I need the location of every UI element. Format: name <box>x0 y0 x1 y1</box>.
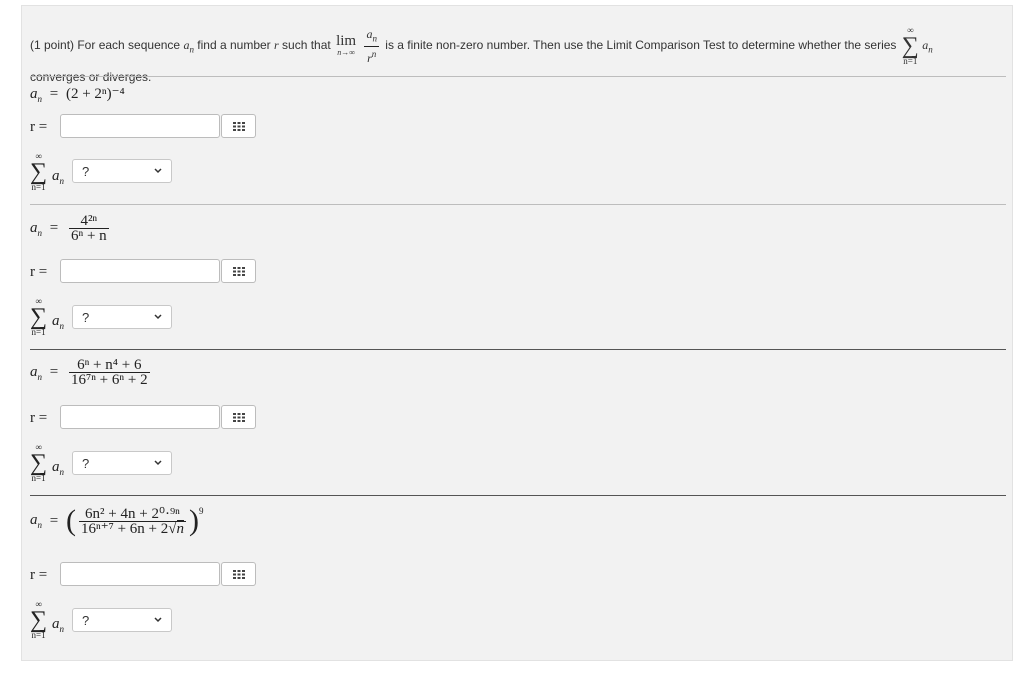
series-term-2: an <box>52 313 64 331</box>
sequence-2: an = 4²ⁿ 6ⁿ + n <box>30 213 109 244</box>
grid-icon <box>232 569 245 579</box>
series-term-3: an <box>52 459 64 477</box>
grid-icon <box>232 121 245 131</box>
converge-select-2[interactable]: ? <box>72 305 172 329</box>
divider-top <box>30 76 1006 77</box>
chevron-down-icon <box>154 617 162 623</box>
grid-icon <box>232 412 245 422</box>
keypad-button-2[interactable] <box>221 259 256 283</box>
sequence-4-numerator: 6n² + 4n + 2⁰·⁹ⁿ <box>78 506 186 522</box>
sequence-2-denominator: 6ⁿ + n <box>70 228 107 244</box>
intro-line-2: converges or diverges. <box>30 70 152 84</box>
sequence-3: an = 6ⁿ + n⁴ + 6 16⁷ⁿ + 6ⁿ + 2 <box>30 357 150 388</box>
sequence-4-power: 9 <box>199 506 204 516</box>
intro-middle: is a finite non-zero number. Then use th… <box>385 38 897 53</box>
sum-symbol-1: ∞ ∑ n=1 <box>30 151 48 192</box>
r-label-1: r = <box>30 119 48 135</box>
keypad-button-1[interactable] <box>221 114 256 138</box>
sequence-3-numerator: 6ⁿ + n⁴ + 6 <box>68 358 150 373</box>
series-sum: ∞ ∑ n=1 <box>901 25 919 66</box>
r-input-2[interactable] <box>60 259 220 283</box>
seq-symbol: an <box>183 38 194 55</box>
divider-2 <box>30 349 1006 350</box>
sequence-2-fraction: 4²ⁿ 6ⁿ + n <box>68 214 109 244</box>
divider-3 <box>30 495 1006 496</box>
intro-line-1: (1 point) For each sequence an find a nu… <box>30 26 933 66</box>
intro-such: such that <box>282 38 331 53</box>
converge-select-3[interactable]: ? <box>72 451 172 475</box>
r-label-4: r = <box>30 567 48 583</box>
sequence-1: an = (2 + 2ⁿ)⁻⁴ <box>30 86 125 104</box>
grid-icon <box>232 266 245 276</box>
question-panel: (1 point) For each sequence an find a nu… <box>21 5 1013 661</box>
sequence-3-fraction: 6ⁿ + n⁴ + 6 16⁷ⁿ + 6ⁿ + 2 <box>68 358 150 388</box>
r-label-3: r = <box>30 410 48 426</box>
sequence-1-expr: (2 + 2ⁿ)⁻⁴ <box>65 86 125 102</box>
r-input-3[interactable] <box>60 405 220 429</box>
divider-1 <box>30 204 1006 205</box>
r-label-2: r = <box>30 264 48 280</box>
sequence-4: an = ( 6n² + 4n + 2⁰·⁹ⁿ 16ⁿ⁺⁷ + 6n + 2√n… <box>30 504 204 537</box>
keypad-button-4[interactable] <box>221 562 256 586</box>
series-term: an <box>922 38 933 55</box>
intro-find: find a number <box>197 38 271 53</box>
sequence-4-fraction: 6n² + 4n + 2⁰·⁹ⁿ 16ⁿ⁺⁷ + 6n + 2√n <box>78 506 186 537</box>
sum-symbol-2: ∞ ∑ n=1 <box>30 296 48 337</box>
intro-prefix: (1 point) For each sequence <box>30 38 181 53</box>
limit-fraction: an rn <box>364 27 379 65</box>
sequence-2-numerator: 4²ⁿ <box>68 214 109 229</box>
sum-symbol-3: ∞ ∑ n=1 <box>30 442 48 483</box>
sum-symbol-4: ∞ ∑ n=1 <box>30 599 48 640</box>
keypad-button-3[interactable] <box>221 405 256 429</box>
chevron-down-icon <box>154 314 162 320</box>
series-term-4: an <box>52 616 64 634</box>
r-symbol: r <box>274 38 279 53</box>
sequence-3-denominator: 16⁷ⁿ + 6ⁿ + 2 <box>70 372 148 388</box>
chevron-down-icon <box>154 460 162 466</box>
chevron-down-icon <box>154 168 162 174</box>
r-input-4[interactable] <box>60 562 220 586</box>
limit-expression: lim n→∞ <box>336 33 357 58</box>
converge-select-1[interactable]: ? <box>72 159 172 183</box>
sequence-4-denominator: 16ⁿ⁺⁷ + 6n + 2√n <box>80 519 184 537</box>
series-term-1: an <box>52 168 64 186</box>
converge-select-4[interactable]: ? <box>72 608 172 632</box>
r-input-1[interactable] <box>60 114 220 138</box>
